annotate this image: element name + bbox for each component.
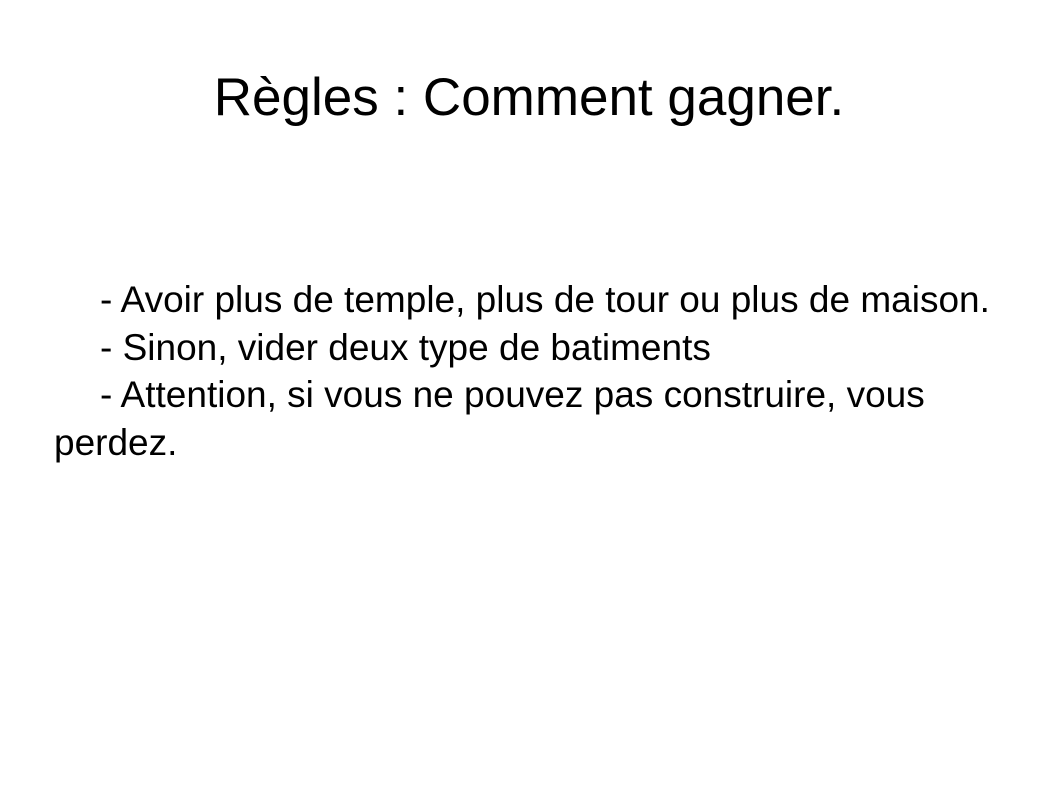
rule-item: - Sinon, vider deux type de batiments — [100, 326, 711, 368]
slide: Règles : Comment gagner. - Avoir plus de… — [0, 0, 1058, 794]
slide-title: Règles : Comment gagner. — [213, 68, 845, 127]
rule-item: - Attention, si vous ne pouvez pas const… — [54, 374, 925, 463]
rule-item: - Avoir plus de temple, plus de tour ou … — [100, 279, 990, 320]
slide-body: - Avoir plus de temple, plus de tour ou … — [54, 276, 1004, 466]
